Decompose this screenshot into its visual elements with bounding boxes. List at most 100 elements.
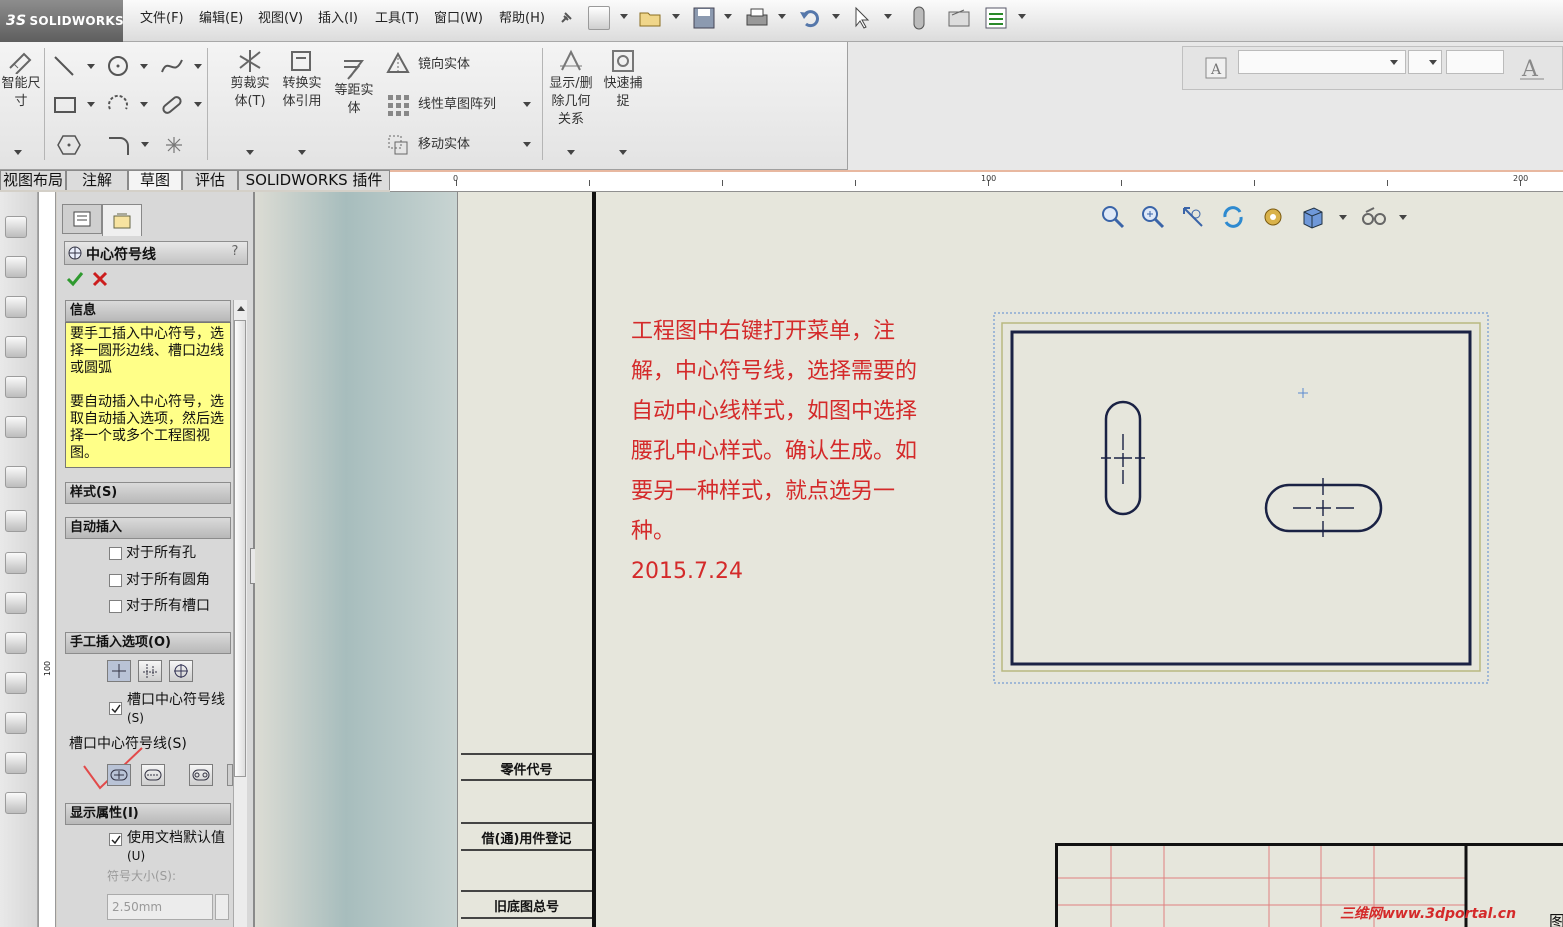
menu-window[interactable]: 窗口(W) [434,0,483,38]
folder-icon[interactable] [5,712,27,734]
font-icon[interactable]: A [1518,54,1546,82]
all-fillets-checkbox[interactable] [109,574,122,587]
chevron-down-icon[interactable] [1399,215,1407,220]
chevron-down-icon[interactable] [141,142,149,147]
chevron-down-icon[interactable] [1429,60,1437,65]
menu-tools[interactable]: 工具(T) [375,0,419,38]
chevron-down-icon[interactable] [778,14,786,19]
offset-entities-icon[interactable] [340,55,368,81]
chevron-down-icon[interactable] [523,102,531,107]
convert-entities-label[interactable]: 转换实体引用 [277,75,327,111]
arc-icon[interactable] [106,93,130,117]
slot-icon[interactable] [160,93,184,117]
auto-insert-section-header[interactable]: 自动插入 [65,517,231,539]
trim-entities-label[interactable]: 剪裁实体(T) [225,75,275,111]
crop-view-icon[interactable] [5,552,27,574]
zoom-to-area-icon[interactable] [1140,204,1166,230]
chevron-down-icon[interactable] [140,102,148,107]
auxiliary-view-icon[interactable] [5,296,27,318]
chevron-down-icon[interactable] [724,14,732,19]
vertical-slot-center-mark[interactable] [1101,434,1145,484]
table-icon[interactable] [5,466,27,488]
file-properties-icon[interactable] [946,6,972,30]
quick-snaps-label[interactable]: 快速捕捉 [600,75,646,111]
linear-pattern-icon[interactable] [386,93,410,117]
fillet-icon[interactable] [106,133,132,157]
chevron-down-icon[interactable] [194,64,202,69]
view-settings-icon[interactable] [1260,204,1286,230]
circle-icon[interactable] [106,54,130,78]
mouse-icon[interactable] [5,752,27,774]
chevron-down-icon[interactable] [567,150,575,155]
convert-entities-icon[interactable] [288,48,316,74]
font-height-input[interactable] [1446,50,1504,74]
polygon-icon[interactable] [56,133,82,157]
spline-icon[interactable] [160,54,184,78]
pm-scrollbar-thumb[interactable] [234,320,246,777]
note-icon[interactable] [5,376,27,398]
chevron-down-icon[interactable] [1339,215,1347,220]
select-cursor-icon[interactable] [852,6,872,30]
save-icon[interactable] [692,6,716,30]
manual-insert-section-header[interactable]: 手工插入选项(O) [65,632,231,654]
mirror-entities-icon[interactable] [386,52,410,76]
alternate-position-icon[interactable] [5,592,27,614]
pin-icon[interactable] [558,10,574,26]
horizontal-slot-center-mark[interactable] [1293,478,1354,537]
new-document-icon[interactable] [588,6,610,30]
rebuild-icon[interactable] [910,5,928,31]
tools-icon[interactable] [5,792,27,814]
chevron-down-icon[interactable] [620,14,628,19]
chevron-down-icon[interactable] [672,14,680,19]
sheet-icon[interactable] [5,672,27,694]
menu-view[interactable]: 视图(V) [258,0,303,38]
mirror-entities-label[interactable]: 镜向实体 [418,56,470,74]
move-entities-icon[interactable] [386,133,410,157]
quick-snaps-icon[interactable] [610,48,636,74]
offset-entities-label[interactable]: 等距实体 [330,82,378,118]
all-holes-checkbox[interactable] [109,547,122,560]
tab-view-layout[interactable]: 视图布局 [0,170,66,190]
linear-pattern-label[interactable]: 线性草图阵列 [418,96,496,114]
chevron-down-icon[interactable] [87,102,95,107]
chevron-down-icon[interactable] [1018,14,1026,19]
display-relations-icon[interactable] [558,48,584,74]
chevron-down-icon[interactable] [87,64,95,69]
model-view-icon[interactable] [5,216,27,238]
chevron-down-icon[interactable] [884,14,892,19]
style-section-header[interactable]: 样式(S) [65,482,231,504]
cancel-x-icon[interactable] [92,271,108,287]
font-name-combobox[interactable] [1238,50,1406,74]
rectangle-icon[interactable] [52,94,78,116]
help-button[interactable]: ? [228,244,242,260]
point-icon[interactable] [163,134,185,156]
print-icon[interactable] [744,6,770,30]
tab-evaluate[interactable]: 评估 [182,170,238,190]
chevron-down-icon[interactable] [14,150,22,155]
rebuild-view-icon[interactable] [1220,204,1246,230]
layers-icon[interactable] [5,632,27,654]
trim-entities-icon[interactable] [236,48,264,74]
menu-edit[interactable]: 编辑(E) [199,0,243,38]
undo-icon[interactable] [798,6,822,30]
display-attributes-section-header[interactable]: 显示属性(I) [65,803,231,825]
projected-view-icon[interactable] [5,256,27,278]
tab-annotation[interactable]: 注解 [66,170,128,190]
smart-dimension-label[interactable]: 智能尺寸 [0,75,42,111]
display-relations-label[interactable]: 显示/删除几何关系 [547,75,595,129]
move-entities-label[interactable]: 移动实体 [418,136,470,154]
text-style-icon[interactable]: A [1204,56,1228,80]
menu-help[interactable]: 帮助(H) [499,0,545,38]
tab-solidworks-addins[interactable]: SOLIDWORKS 插件 [238,170,390,190]
symbol-size-input[interactable]: 2.50mm [107,894,213,920]
scroll-up-icon[interactable] [237,306,245,311]
chevron-down-icon[interactable] [140,64,148,69]
hide-show-items-icon[interactable] [1360,204,1386,230]
ok-checkmark-icon[interactable] [66,270,84,288]
detail-view-icon[interactable] [5,416,27,438]
symbol-size-spinner[interactable] [215,894,229,920]
previous-view-icon[interactable] [1180,204,1206,230]
smart-dimension-icon[interactable] [6,50,34,74]
menu-file[interactable]: 文件(F) [140,0,184,38]
all-slots-checkbox[interactable] [109,600,122,613]
